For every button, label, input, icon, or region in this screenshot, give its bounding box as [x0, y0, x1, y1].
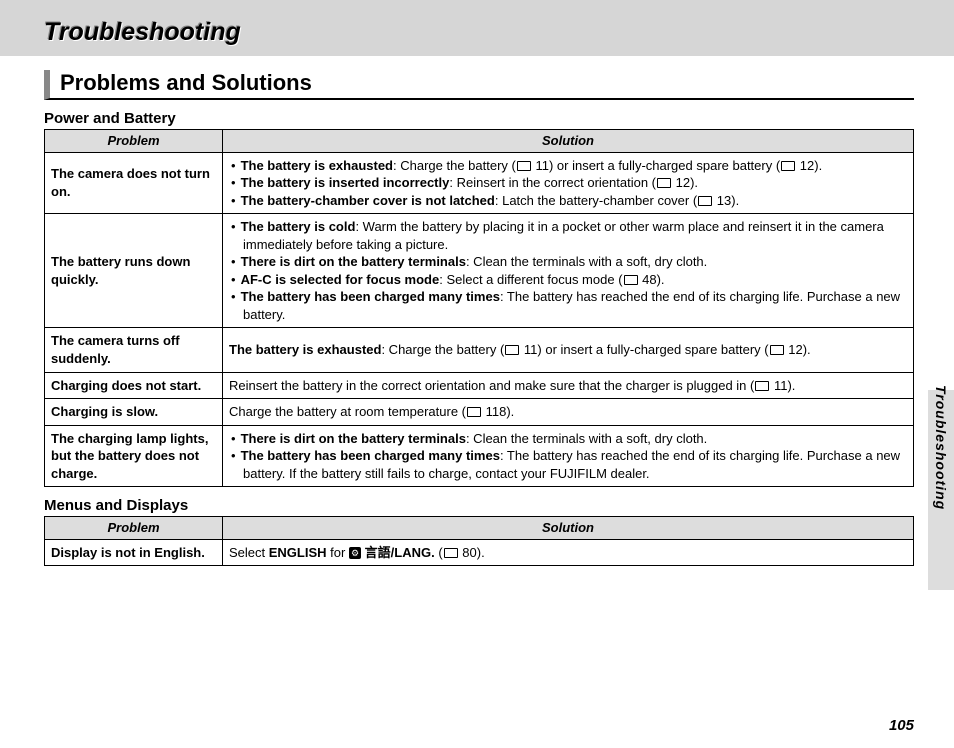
problem-cell: Display is not in English. — [45, 539, 223, 566]
header-bar: Troubleshooting — [0, 0, 954, 56]
problem-cell: Charging does not start. — [45, 372, 223, 399]
problem-cell: The charging lamp lights, but the batter… — [45, 425, 223, 487]
solution-cell: Reinsert the battery in the correct orie… — [223, 372, 914, 399]
solution-bullet: The battery-chamber cover is not latched… — [243, 192, 907, 210]
table-row: Display is not in English.Select ENGLISH… — [45, 539, 914, 566]
solution-bullet: The battery is cold: Warm the battery by… — [243, 218, 907, 253]
table-row: The battery runs down quickly. The batter… — [45, 214, 914, 328]
solution-cell: The battery is exhausted: Charge the bat… — [223, 328, 914, 372]
section-title: Problems and Solutions — [44, 70, 914, 100]
solution-cell: Select ENGLISH for ⚙ 言語/LANG. ( 80). — [223, 539, 914, 566]
solution-bullet: There is dirt on the battery terminals: … — [243, 253, 907, 271]
solution-bullet: The battery has been charged many times:… — [243, 447, 907, 482]
page-ref-icon — [755, 381, 769, 391]
page-ref-icon — [517, 161, 531, 171]
problem-cell: The camera does not turn on. — [45, 152, 223, 214]
table-row: Charging is slow.Charge the battery at r… — [45, 399, 914, 426]
page-ref-icon — [444, 548, 458, 558]
page-content: Problems and Solutions Power and Battery… — [0, 70, 954, 566]
col-problem: Problem — [45, 517, 223, 540]
col-problem: Problem — [45, 130, 223, 153]
table-row: Charging does not start.Reinsert the bat… — [45, 372, 914, 399]
solution-bullet: There is dirt on the battery terminals: … — [243, 430, 907, 448]
page-ref-icon — [467, 407, 481, 417]
wrench-icon: ⚙ — [349, 547, 361, 559]
problem-cell: The battery runs down quickly. — [45, 214, 223, 328]
side-label: Troubleshooting — [933, 385, 949, 510]
solution-bullet: The battery is inserted incorrectly: Rei… — [243, 174, 907, 192]
page-number: 105 — [889, 717, 914, 734]
solution-bullet: The battery is exhausted: Charge the bat… — [243, 157, 907, 175]
solution-cell: The battery is cold: Warm the battery by… — [223, 214, 914, 328]
solution-bullet: The battery has been charged many times:… — [243, 288, 907, 323]
solution-bullet: AF-C is selected for focus mode: Select … — [243, 271, 907, 289]
page-ref-icon — [781, 161, 795, 171]
page-ref-icon — [657, 178, 671, 188]
page-ref-icon — [624, 275, 638, 285]
solution-cell: There is dirt on the battery terminals: … — [223, 425, 914, 487]
troubleshooting-table: ProblemSolutionThe camera does not turn … — [44, 129, 914, 487]
problem-cell: The camera turns off suddenly. — [45, 328, 223, 372]
chapter-title: Troubleshooting — [44, 18, 241, 47]
col-solution: Solution — [223, 130, 914, 153]
problem-cell: Charging is slow. — [45, 399, 223, 426]
solution-cell: Charge the battery at room temperature (… — [223, 399, 914, 426]
table-caption: Menus and Displays — [44, 497, 914, 514]
solution-cell: The battery is exhausted: Charge the bat… — [223, 152, 914, 214]
page-ref-icon — [770, 345, 784, 355]
table-row: The charging lamp lights, but the batter… — [45, 425, 914, 487]
table-row: The camera turns off suddenly.The batter… — [45, 328, 914, 372]
table-caption: Power and Battery — [44, 110, 914, 127]
troubleshooting-table: ProblemSolutionDisplay is not in English… — [44, 516, 914, 566]
page-ref-icon — [698, 196, 712, 206]
col-solution: Solution — [223, 517, 914, 540]
table-row: The camera does not turn on. The battery … — [45, 152, 914, 214]
page-ref-icon — [505, 345, 519, 355]
